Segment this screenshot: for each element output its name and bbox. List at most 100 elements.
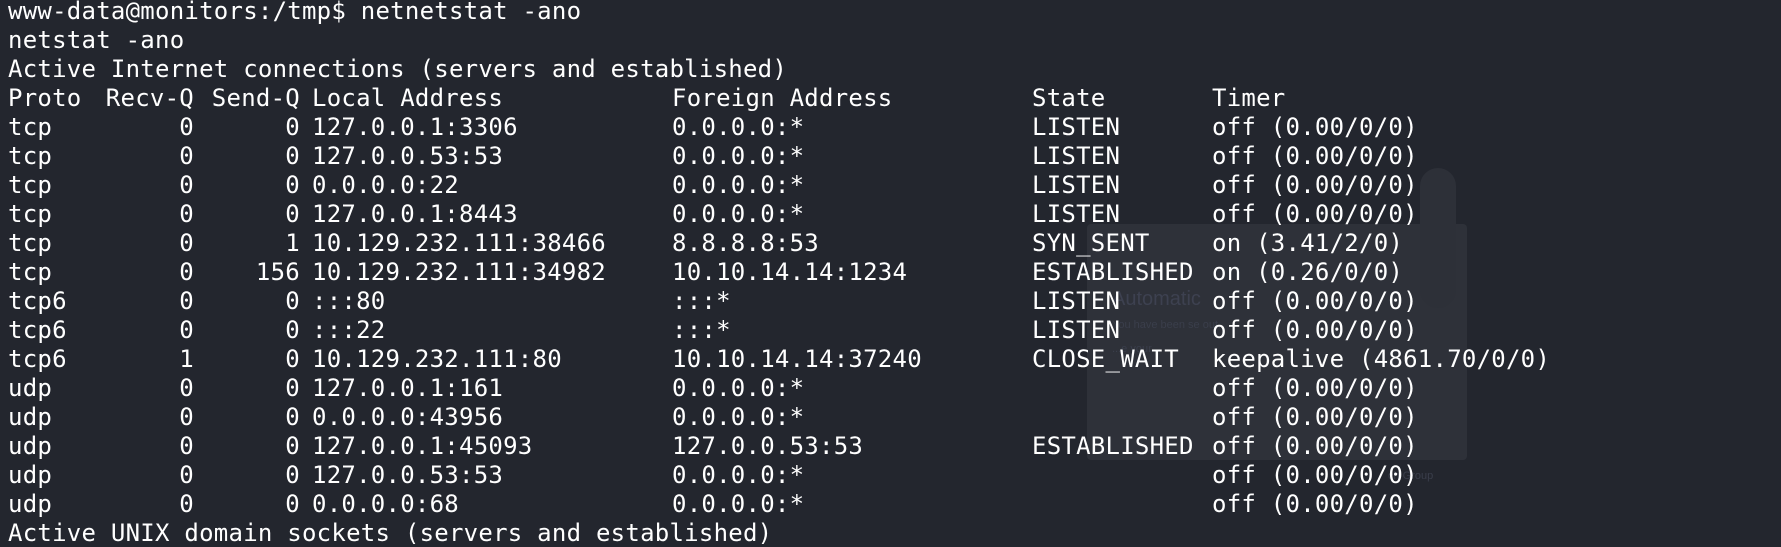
cell-timer: off (0.00/0/0) [1212,200,1418,228]
table-row: udp 0 0 127.0.0.1:161 0.0.0.0:* off (0.00/0/0… [8,374,1552,403]
cell-foreign-address: 0.0.0.0:* [672,403,805,431]
cell-local-address: 127.0.0.1:45093 [312,432,533,460]
table-row: tcp 0 156 10.129.232.111:34982 10.10.14.14:1… [8,258,1552,287]
table-row: tcp 0 0 0.0.0.0:22 0.0.0.0:* LISTEN off (0.00/… [8,171,1552,200]
cell-sendq: 0 [285,403,300,431]
cell-proto: tcp6 [8,316,67,344]
table-row: udp 0 0 0.0.0.0:68 0.0.0.0:* off (0.00/0/0) [8,490,1552,519]
cell-state: LISTEN [1032,142,1121,170]
cell-recvq: 0 [179,403,194,431]
cell-recvq: 0 [179,287,194,315]
col-local-address: Local Address [312,84,504,112]
cell-timer: off (0.00/0/0) [1212,461,1418,489]
table-row: udp 0 0 0.0.0.0:43956 0.0.0.0:* off (0.00/0/0… [8,403,1552,432]
cell-sendq: 0 [285,374,300,402]
cell-foreign-address: 10.10.14.14:1234 [672,258,908,286]
cell-sendq: 0 [285,345,300,373]
cell-proto: udp [8,461,53,489]
cell-proto: udp [8,403,53,431]
terminal-output: www-data@monitors:/tmp$ netnetstat -ano … [8,0,1552,547]
cell-sendq: 0 [285,490,300,518]
cell-state: LISTEN [1032,113,1121,141]
cell-recvq: 0 [179,258,194,286]
cell-recvq: 0 [179,374,194,402]
cell-proto: tcp6 [8,287,67,315]
cell-state: LISTEN [1032,316,1121,344]
cell-timer: off (0.00/0/0) [1212,316,1418,344]
cell-foreign-address: 8.8.8.8:53 [672,229,819,257]
cell-local-address: 10.129.232.111:38466 [312,229,606,257]
col-foreign-address: Foreign Address [672,84,893,112]
cell-sendq: 0 [285,200,300,228]
cell-foreign-address: 0.0.0.0:* [672,142,805,170]
command-echo-line: netstat -ano [8,26,185,54]
cell-recvq: 0 [179,171,194,199]
cell-proto: tcp [8,200,53,228]
cell-recvq: 0 [179,113,194,141]
cell-local-address: 127.0.0.1:8443 [312,200,518,228]
col-sendq: Send-Q [211,84,300,112]
cell-recvq: 0 [179,461,194,489]
cell-sendq: 0 [285,316,300,344]
terminal-window[interactable]: Automatic You have been se out. ...e you… [0,0,1781,547]
table-row: tcp6 1 0 10.129.232.111:80 10.10.14.14:37240… [8,345,1552,374]
cell-local-address: :::80 [312,287,386,315]
internet-connections-header: Active Internet connections (servers and… [8,55,788,83]
cell-sendq: 156 [255,258,300,286]
cell-local-address: 127.0.0.1:3306 [312,113,518,141]
cell-foreign-address: 127.0.0.53:53 [672,432,864,460]
cell-sendq: 0 [285,287,300,315]
cell-timer: off (0.00/0/0) [1212,171,1418,199]
cell-timer: off (0.00/0/0) [1212,287,1418,315]
table-row: udp 0 0 127.0.0.1:45093 127.0.0.53:53 ESTABLI… [8,432,1552,461]
cell-foreign-address: :::* [672,316,731,344]
cell-state: LISTEN [1032,287,1121,315]
cell-state: ESTABLISHED [1032,258,1194,286]
cell-foreign-address: 0.0.0.0:* [672,171,805,199]
cell-proto: tcp [8,258,53,286]
cell-foreign-address: 0.0.0.0:* [672,374,805,402]
cell-timer: on (0.26/0/0) [1212,258,1404,286]
cell-state: CLOSE_WAIT [1032,345,1179,373]
cell-recvq: 0 [179,142,194,170]
table-row: tcp 0 0 127.0.0.53:53 0.0.0.0:* LISTEN off (0.… [8,142,1552,171]
col-recvq: Recv-Q [105,84,194,112]
cell-foreign-address: 10.10.14.14:37240 [672,345,922,373]
cell-proto: udp [8,432,53,460]
cell-sendq: 0 [285,432,300,460]
table-row: tcp 0 0 127.0.0.1:3306 0.0.0.0:* LISTEN off (0… [8,113,1552,142]
cell-recvq: 0 [179,490,194,518]
cell-timer: off (0.00/0/0) [1212,490,1418,518]
table-row: tcp 0 0 127.0.0.1:8443 0.0.0.0:* LISTEN off (0… [8,200,1552,229]
cell-local-address: :::22 [312,316,386,344]
cell-sendq: 0 [285,142,300,170]
cell-local-address: 10.129.232.111:34982 [312,258,606,286]
cell-recvq: 0 [179,432,194,460]
cell-sendq: 0 [285,113,300,141]
cell-timer: off (0.00/0/0) [1212,374,1418,402]
cell-sendq: 0 [285,461,300,489]
cell-local-address: 0.0.0.0:22 [312,171,459,199]
cell-proto: udp [8,490,53,518]
cell-timer: off (0.00/0/0) [1212,142,1418,170]
cell-proto: tcp [8,113,53,141]
table-row: tcp6 0 0:::22:::* LISTEN off (0.00/0/0) [8,316,1552,345]
cell-local-address: 10.129.232.111:80 [312,345,562,373]
cell-foreign-address: 0.0.0.0:* [672,113,805,141]
table-row: tcp6 0 0:::80:::* LISTEN off (0.00/0/0) [8,287,1552,316]
column-header-row: Proto Recv-Q Send-Q Local Address Foreign Ad… [8,84,1552,113]
cell-sendq: 1 [285,229,300,257]
col-timer: Timer [1212,84,1286,112]
cell-sendq: 0 [285,171,300,199]
cell-local-address: 127.0.0.53:53 [312,461,504,489]
table-row: udp 0 0 127.0.0.53:53 0.0.0.0:* off (0.00/0/0… [8,461,1552,490]
cell-state: LISTEN [1032,200,1121,228]
col-proto: Proto [8,84,82,112]
cell-proto: tcp6 [8,345,67,373]
cell-recvq: 0 [179,200,194,228]
cell-recvq: 0 [179,316,194,344]
cell-state: SYN_SENT [1032,229,1150,257]
cell-local-address: 127.0.0.1:161 [312,374,504,402]
cell-foreign-address: 0.0.0.0:* [672,490,805,518]
cell-local-address: 0.0.0.0:68 [312,490,459,518]
